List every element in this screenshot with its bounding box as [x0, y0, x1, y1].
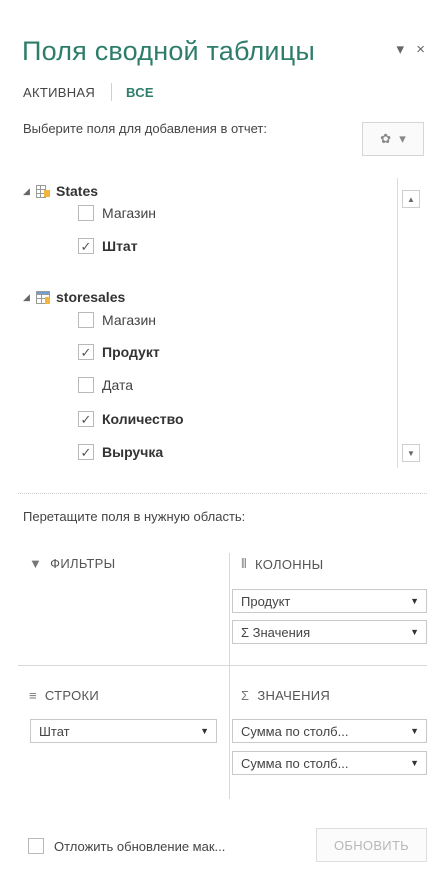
columns-area-label: КОЛОННЫ: [255, 556, 324, 572]
filters-area-label: ФИЛЬТРЫ: [50, 556, 116, 571]
field-row[interactable]: Магазин: [78, 312, 156, 328]
pane-options-dropdown-icon[interactable]: ▾: [397, 40, 405, 58]
areas-vertical-divider: [229, 553, 230, 799]
chevron-down-icon[interactable]: ▼: [410, 596, 419, 606]
pill-label: Сумма по столб...: [241, 755, 349, 771]
columns-area-header: ⦀ КОЛОННЫ: [241, 556, 323, 572]
pane-controls: ▾ ×: [389, 40, 425, 58]
scroll-down-icon[interactable]: ▼: [402, 444, 420, 462]
field-checkbox-checked[interactable]: ✓: [78, 411, 94, 427]
field-checkbox[interactable]: [78, 205, 94, 221]
field-row[interactable]: ✓ Выручка: [78, 444, 163, 460]
table-name: States: [56, 183, 99, 199]
filter-icon: ▼: [29, 556, 43, 571]
drag-instruction: Перетащите поля в нужную область:: [23, 509, 246, 524]
close-icon[interactable]: ×: [416, 41, 425, 58]
field-checkbox-checked[interactable]: ✓: [78, 444, 94, 460]
chevron-down-icon[interactable]: ▼: [410, 627, 419, 637]
tabs: АКТИВНАЯ ВСЕ: [23, 83, 154, 101]
field-checkbox-checked[interactable]: ✓: [78, 344, 94, 360]
chevron-down-icon[interactable]: ▼: [200, 726, 209, 736]
field-row[interactable]: ✓ Продукт: [78, 344, 160, 360]
values-area-label: ЗНАЧЕНИЯ: [257, 688, 331, 703]
table-states[interactable]: ◢ States: [23, 183, 98, 199]
pill-label: Сумма по столб...: [241, 723, 349, 739]
update-button[interactable]: ОБНОВИТЬ: [316, 828, 427, 862]
pane-title: Поля сводной таблицы: [22, 36, 315, 66]
tools-button[interactable]: ✿ ▾: [362, 122, 424, 156]
table-storesales[interactable]: ◢ storesales: [23, 289, 125, 305]
pivot-fields-pane: Поля сводной таблицы ▾ × АКТИВНАЯ ВСЕ Вы…: [0, 0, 427, 874]
field-checkbox[interactable]: [78, 377, 94, 393]
values-area-header: Σ ЗНАЧЕНИЯ: [241, 688, 330, 703]
rows-area-label: СТРОКИ: [44, 688, 100, 703]
column-field-pill[interactable]: Продукт ▼: [232, 589, 427, 613]
pill-label: Продукт: [241, 593, 291, 609]
areas-horizontal-divider: [18, 665, 427, 666]
rows-icon: ≡: [29, 688, 37, 703]
tab-separator: [111, 83, 113, 101]
tab-active[interactable]: АКТИВНАЯ: [23, 85, 95, 100]
field-row[interactable]: ✓ Количество: [78, 411, 184, 427]
chevron-down-icon[interactable]: ▼: [410, 726, 419, 736]
field-row[interactable]: Дата: [78, 377, 133, 393]
field-label: Дата: [102, 377, 134, 393]
defer-update-checkbox[interactable]: [28, 838, 44, 854]
table-name: storesales: [56, 289, 126, 305]
field-row[interactable]: Магазин: [78, 205, 156, 221]
table-icon: [36, 290, 51, 304]
defer-update-row[interactable]: Отложить обновление мак...: [28, 838, 225, 854]
field-checkbox-checked[interactable]: ✓: [78, 238, 94, 254]
field-label: Количество: [102, 411, 184, 427]
scroll-up-icon[interactable]: ▲: [402, 190, 420, 208]
tab-all[interactable]: ВСЕ: [126, 85, 154, 100]
filters-area-header: ▼ ФИЛЬТРЫ: [29, 556, 115, 571]
field-row[interactable]: ✓ Штат: [78, 238, 138, 254]
value-field-pill[interactable]: Сумма по столб... ▼: [232, 719, 427, 743]
field-label: Магазин: [102, 205, 157, 221]
field-instruction: Выберите поля для добавления в отчет:: [23, 121, 267, 136]
chevron-down-icon: ▾: [399, 131, 406, 146]
pill-label: Штат: [39, 723, 70, 739]
row-field-pill[interactable]: Штат ▼: [30, 719, 217, 743]
section-divider: [18, 493, 427, 494]
collapse-icon[interactable]: ◢: [23, 186, 34, 197]
field-label: Магазин: [102, 312, 157, 328]
field-list-scrollbar[interactable]: ▲ ▼: [397, 178, 427, 468]
field-label: Выручка: [102, 444, 164, 460]
sigma-icon: Σ: [241, 688, 250, 703]
field-label: Продукт: [102, 344, 160, 360]
defer-update-label: Отложить обновление мак...: [54, 838, 226, 854]
rows-area-header: ≡ СТРОКИ: [29, 688, 99, 703]
column-field-pill[interactable]: Σ Значения ▼: [232, 620, 427, 644]
value-field-pill[interactable]: Сумма по столб... ▼: [232, 751, 427, 775]
gear-icon: ✿: [380, 131, 392, 146]
columns-icon: ⦀: [241, 556, 248, 571]
field-label: Штат: [102, 238, 138, 254]
collapse-icon[interactable]: ◢: [23, 292, 34, 303]
pill-label: Σ Значения: [241, 624, 311, 640]
chevron-down-icon[interactable]: ▼: [410, 758, 419, 768]
field-checkbox[interactable]: [78, 312, 94, 328]
table-icon: [36, 184, 51, 198]
